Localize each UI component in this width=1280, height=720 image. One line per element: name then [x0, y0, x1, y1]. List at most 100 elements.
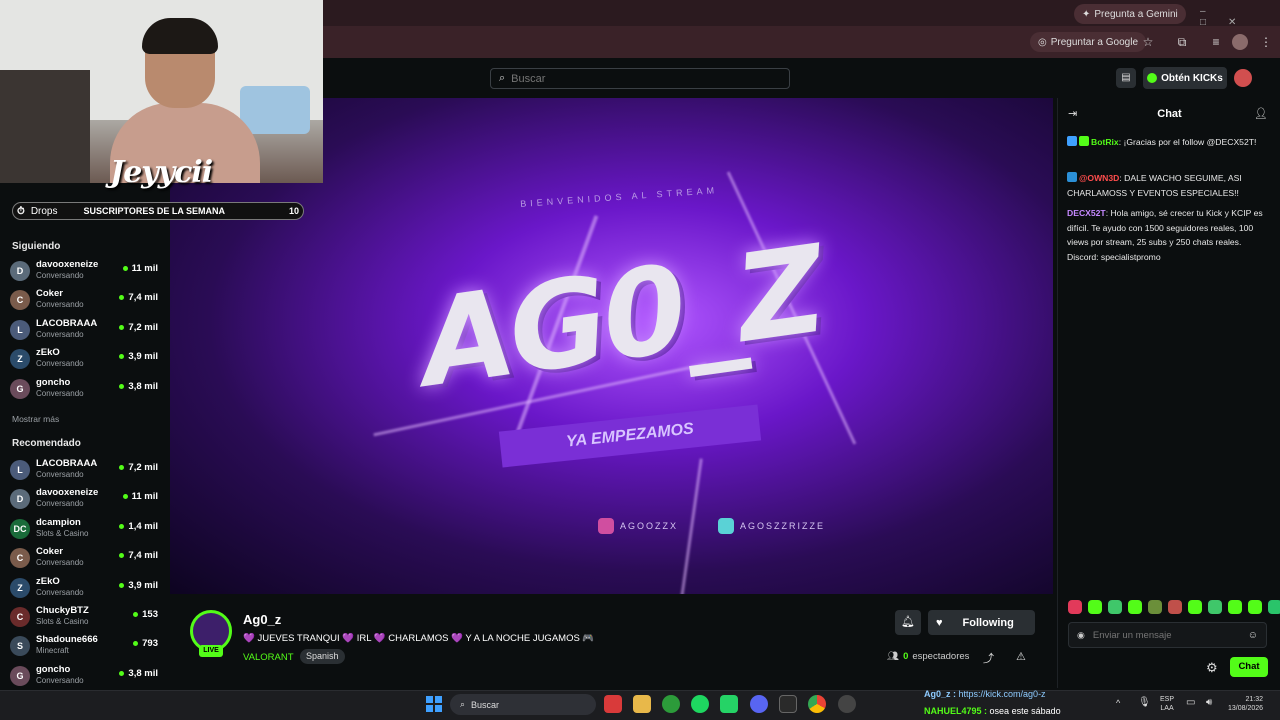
- taskbar-search-icon: ⌕: [460, 699, 466, 709]
- live-dot-icon: [133, 641, 139, 647]
- drops-icon: ⏱: [17, 205, 25, 217]
- search-field[interactable]: ⌕: [490, 68, 790, 89]
- kicks-coin-icon: [1147, 73, 1158, 83]
- sidebar-channel-zeko[interactable]: ZzEkO Conversando 3,9 mil: [10, 345, 162, 373]
- drops-sub-banner[interactable]: ⏱ Drops SUSCRIPTORES DE LA SEMANA 10: [12, 202, 304, 220]
- emote-icon[interactable]: [1128, 600, 1142, 614]
- sidebar: Siguiendo Ddavooxeneize Conversando 11 mil…: [0, 228, 170, 690]
- sidebar-channel-coker[interactable]: C Coker Conversando 7,4 mil: [10, 286, 162, 314]
- search-icon: ⌕: [499, 72, 506, 84]
- drops-label: Drops: [30, 205, 58, 217]
- spotify-icon[interactable]: [691, 695, 709, 713]
- chat-settings-icon[interactable]: ⚙: [1206, 660, 1218, 676]
- sidebar-channel-chuckybtz[interactable]: C ChuckyBTZ Slots & Casino 153: [10, 603, 162, 631]
- file-explorer-icon[interactable]: [633, 695, 651, 713]
- windows-start-icon[interactable]: [426, 696, 442, 712]
- sidebar-channel-davooxeneize[interactable]: Ddavooxeneize Conversando 11 mil: [10, 257, 162, 285]
- sidebar-channel-lacobraaa[interactable]: L LACOBRAAA Conversando 7,2 mil: [10, 456, 162, 484]
- chat-title: Chat: [1157, 108, 1182, 120]
- emote-icon[interactable]: [1228, 600, 1242, 614]
- epic-games-icon[interactable]: [779, 695, 797, 713]
- gemini-icon: ✦: [1082, 8, 1091, 20]
- get-kicks-button[interactable]: Obtén KICKs: [1143, 67, 1227, 89]
- channel-viewers: 11 mil: [122, 263, 158, 274]
- bookmark-star-icon[interactable]: ☆: [1140, 34, 1156, 50]
- emote-icon[interactable]: [1148, 600, 1162, 614]
- instagram-handle: AGOOZZX: [598, 518, 678, 534]
- channel-category: Conversando: [36, 300, 84, 310]
- google-lens-button[interactable]: ◎ Preguntar a Google: [1030, 32, 1147, 52]
- clock[interactable]: 21:32 13/08/2026: [1228, 695, 1263, 713]
- chat-username[interactable]: DECX52T: [1067, 208, 1106, 218]
- layout-toggle-icon[interactable]: ▤: [1116, 68, 1136, 88]
- streamer-name[interactable]: Ag0_z: [243, 612, 281, 627]
- follow-button[interactable]: ♥ Following: [928, 610, 1035, 635]
- chat-message-input[interactable]: [1092, 629, 1233, 641]
- chat-input-field[interactable]: ◉ ☺: [1068, 622, 1267, 648]
- profile-avatar[interactable]: [1232, 34, 1248, 50]
- emote-icon[interactable]: [1248, 600, 1262, 614]
- emote-icon[interactable]: [1168, 600, 1182, 614]
- sidebar-channel-coker[interactable]: C Coker Conversando 7,4 mil: [10, 544, 162, 572]
- emote-icon[interactable]: [1188, 600, 1202, 614]
- channel-avatar: D: [10, 489, 30, 510]
- network-icon[interactable]: ▭: [1186, 697, 1195, 708]
- sidebar-channel-goncho[interactable]: Ggoncho Conversando 3,8 mil: [10, 662, 162, 690]
- window-controls[interactable]: –□✕: [1200, 6, 1280, 28]
- sidebar-channel-lacobraaa[interactable]: L LACOBRAAA Conversando 7,2 mil: [10, 316, 162, 344]
- channel-name: davooxeneize: [36, 487, 99, 499]
- user-avatar[interactable]: [1234, 69, 1252, 87]
- whatsapp-icon[interactable]: [720, 695, 738, 713]
- show-more-link[interactable]: Mostrar más: [12, 414, 59, 424]
- emote-icon[interactable]: [1208, 600, 1222, 614]
- sidebar-channel-davooxeneize[interactable]: Ddavooxeneize Conversando 11 mil: [10, 485, 162, 513]
- gemini-button[interactable]: ✦ Pregunta a Gemini: [1074, 4, 1186, 24]
- channel-avatar: G: [10, 665, 30, 686]
- channel-viewers: 3,9 mil: [119, 351, 158, 362]
- tray-chevron-icon[interactable]: ^: [1116, 698, 1120, 708]
- emote-icon[interactable]: [1268, 600, 1280, 614]
- emote-icon[interactable]: [1088, 600, 1102, 614]
- channel-viewers: 1,4 mil: [119, 521, 158, 532]
- channel-viewers: 3,8 mil: [119, 381, 158, 392]
- chat-username[interactable]: BotRix: [1091, 137, 1119, 147]
- search-input[interactable]: [511, 72, 772, 85]
- live-dot-icon: [122, 266, 128, 271]
- category-link[interactable]: VALORANT: [243, 652, 294, 663]
- discord-icon[interactable]: [750, 695, 768, 713]
- extensions-icon[interactable]: ⧉: [1174, 34, 1190, 50]
- emote-icon[interactable]: [1108, 600, 1122, 614]
- channel-avatar: G: [10, 378, 30, 399]
- chat-smiley-icon[interactable]: ☺: [1248, 630, 1258, 641]
- app-icon[interactable]: [604, 695, 622, 713]
- taskbar-search[interactable]: ⌕ Buscar: [450, 694, 596, 715]
- chat-send-button[interactable]: Chat: [1230, 657, 1268, 677]
- channel-avatar: Z: [10, 577, 30, 598]
- sidebar-channel-zeko[interactable]: ZzEkO Conversando 3,9 mil: [10, 574, 162, 602]
- share-icon[interactable]: ⤴: [983, 650, 994, 666]
- channel-category: Conversando: [36, 388, 84, 398]
- emoji-picker-icon[interactable]: ◉: [1077, 630, 1085, 641]
- emote-icon[interactable]: [1068, 600, 1082, 614]
- browser-menu-icon[interactable]: ⋮: [1258, 34, 1274, 50]
- channel-avatar: L: [10, 460, 30, 480]
- sidebar-channel-shadoune666[interactable]: S Shadoune666 Minecraft 793: [10, 632, 162, 660]
- chat-badge-icon: [1079, 136, 1089, 146]
- xbox-icon[interactable]: [662, 695, 680, 713]
- chat-users-icon[interactable]: 👤︎: [1254, 107, 1268, 120]
- language-indicator[interactable]: ESP LAA: [1160, 695, 1174, 713]
- language-tag[interactable]: Spanish: [300, 649, 345, 664]
- chat-username[interactable]: @OWN3D: [1079, 173, 1119, 183]
- report-icon[interactable]: ⚠: [1016, 650, 1026, 663]
- channel-viewers: 11 mil: [122, 491, 158, 502]
- microphone-icon[interactable]: 🎙︎: [1138, 697, 1151, 708]
- obs-icon[interactable]: [838, 695, 856, 713]
- sidebar-channel-dcampion[interactable]: DC dcampion Slots & Casino 1,4 mil: [10, 515, 162, 543]
- channel-name: goncho: [36, 376, 71, 388]
- notification-bell-button[interactable]: 🔔︎: [895, 610, 921, 635]
- chrome-icon[interactable]: [808, 695, 826, 713]
- media-controls-icon[interactable]: ≡: [1208, 34, 1224, 50]
- channel-category: Slots & Casino: [36, 617, 89, 626]
- volume-icon[interactable]: 🔊︎: [1206, 697, 1212, 708]
- sidebar-channel-goncho[interactable]: Ggoncho Conversando 3,8 mil: [10, 375, 162, 403]
